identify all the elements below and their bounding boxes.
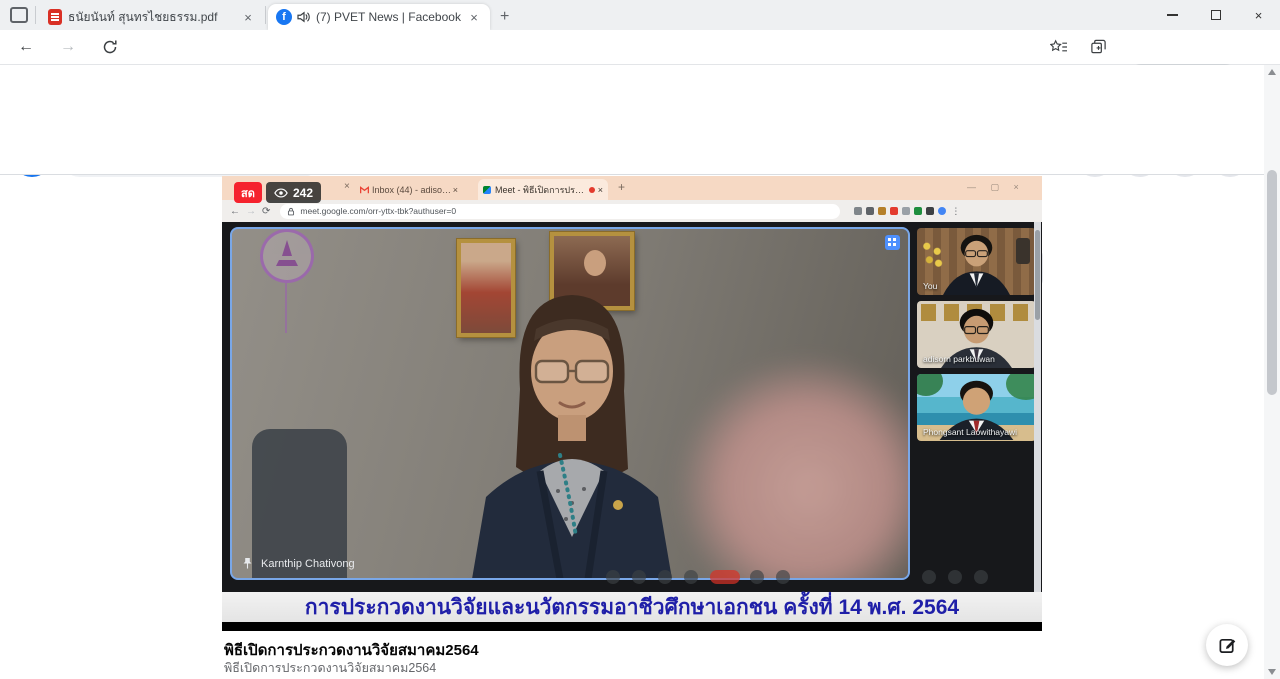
meet-end-call-control	[710, 570, 740, 584]
back-icon[interactable]: ←	[18, 38, 34, 56]
meet-control	[606, 570, 620, 584]
tab-title: ธนัยนันท์ สุนทรไชยธรรม.pdf	[68, 8, 238, 27]
pin-icon	[242, 557, 253, 570]
participant-tile: adisorn parkbuwan	[917, 301, 1036, 368]
inner-scrollbar-thumb	[1035, 230, 1040, 320]
acrobat-extension-icon	[890, 207, 898, 215]
participant-label: You	[923, 281, 937, 291]
compose-fab-button[interactable]	[1206, 624, 1248, 666]
inner-tab-meet: Meet - พิธีเปิดการประกวดวิจัย… ×	[478, 179, 608, 200]
meet-icon	[483, 186, 491, 194]
meet-control	[974, 570, 988, 584]
window-minimize-button[interactable]	[1151, 0, 1194, 30]
extension-icon	[866, 207, 874, 215]
window-close-button[interactable]: ×	[1237, 0, 1280, 30]
meet-control	[632, 570, 646, 584]
meet-control	[750, 570, 764, 584]
facebook-header: f 9+ 2 Thanainun	[0, 65, 1280, 120]
speaker-name: Karnthip Chativong	[261, 558, 355, 570]
page-header: PVET News กำลังติดตาม ถูกใจแล้ว ส่งข้อคว…	[0, 120, 1280, 175]
inner-tab-close-icon: ×	[598, 185, 603, 195]
eye-icon	[274, 188, 288, 198]
video-description: พิธีเปิดการประกวดงานวิจัยสมาคม2564	[224, 658, 436, 678]
scrollbar-thumb[interactable]	[1267, 170, 1277, 395]
forward-icon[interactable]: →	[60, 38, 76, 56]
tab-close-icon[interactable]: ×	[466, 10, 482, 25]
inner-chrome-tabstrip: × Inbox (44) - adisorn@potkusem… × Meet …	[222, 176, 1042, 200]
meet-control	[658, 570, 672, 584]
letterbox-strip	[222, 622, 1042, 631]
inner-url-field: meet.google.com/orr-yttx-tbk?authuser=0	[280, 204, 840, 219]
viewer-count: 242	[293, 186, 313, 200]
portrait-face	[584, 250, 606, 276]
pdf-icon	[48, 9, 62, 25]
inner-tab-title: Meet - พิธีเปิดการประกวดวิจัย…	[495, 183, 586, 197]
live-video-player[interactable]: × Inbox (44) - adisorn@potkusem… × Meet …	[222, 176, 1042, 631]
facebook-favicon: f	[276, 9, 292, 25]
tab-audio-icon[interactable]	[297, 11, 311, 23]
browser-tab-facebook[interactable]: f (7) PVET News | Facebook ×	[268, 4, 490, 30]
participant-label: adisorn parkbuwan	[923, 354, 995, 364]
favorites-icon[interactable]	[1050, 39, 1067, 55]
tab-actions-icon[interactable]	[10, 7, 28, 23]
gmail-icon	[360, 186, 369, 194]
tab-title: (7) PVET News | Facebook	[316, 10, 466, 24]
grid-view-icon	[885, 235, 900, 250]
browser-tab-strip: ธนัยนันท์ สุนทรไชยธรรม.pdf × f (7) PVET …	[0, 0, 1280, 30]
inner-back-icon: ←	[230, 206, 240, 217]
blur-artifact	[678, 358, 910, 580]
inner-refresh-icon: ⟳	[262, 206, 270, 217]
viewer-count-badge: 242	[266, 182, 321, 203]
browser-address-bar: ← → https://www.facebook.com/PVETNews/li…	[0, 30, 1280, 65]
speaker-namebar: Karnthip Chativong	[242, 557, 355, 570]
inner-tab-close-icon: ×	[453, 185, 458, 195]
drive-extension-icon	[914, 207, 922, 215]
extension-icon	[902, 207, 910, 215]
event-banner-text: การประกวดงานวิจัยและนวัตกรรมอาชีวศึกษาเอ…	[305, 591, 959, 624]
inner-tab-title: Inbox (44) - adisorn@potkusem…	[372, 185, 453, 195]
inner-scrollbar	[1034, 222, 1041, 592]
chrome-menu-icon: ⋮	[951, 206, 960, 217]
star-icon	[878, 207, 886, 215]
meet-control	[776, 570, 790, 584]
compose-icon	[1218, 636, 1237, 655]
speaker-figure	[442, 279, 702, 579]
lock-icon	[287, 207, 295, 216]
inner-chrome-urlbar: ← → ⟳ meet.google.com/orr-yttx-tbk?authu…	[222, 200, 1042, 222]
inner-tab-gmail: Inbox (44) - adisorn@potkusem… ×	[355, 179, 463, 200]
collections-icon[interactable]	[1090, 38, 1107, 56]
event-banner: การประกวดงานวิจัยและนวัตกรรมอาชีวศึกษาเอ…	[222, 592, 1042, 622]
tab-divider	[265, 6, 266, 24]
extension-icon	[926, 207, 934, 215]
watermark-tail	[285, 283, 287, 333]
live-badge: สด	[234, 182, 262, 203]
meet-control	[684, 570, 698, 584]
window-maximize-button[interactable]	[1194, 0, 1237, 30]
page-scrollbar[interactable]	[1264, 65, 1280, 679]
tab-divider	[35, 6, 36, 24]
inner-window-controls: — ▢ ×	[967, 182, 1025, 193]
inner-tab-close-icon: ×	[344, 181, 350, 192]
recording-dot-icon	[589, 187, 595, 193]
participant-tile: Phongsant Laowithayawi	[917, 374, 1036, 441]
new-tab-icon[interactable]: +	[500, 8, 509, 26]
meet-stage: Karnthip Chativong You	[222, 222, 1042, 592]
inner-new-tab-icon: +	[618, 180, 625, 194]
participant-tile: You	[917, 228, 1036, 295]
refresh-icon[interactable]	[102, 39, 118, 55]
screen: ธนัยนันท์ สุนทรไชยธรรม.pdf × f (7) PVET …	[0, 0, 1280, 679]
participant-label: Phongsant Laowithayawi	[923, 427, 1017, 437]
browser-tab-pdf[interactable]: ธนัยนันท์ สุนทรไชยธรรม.pdf ×	[40, 4, 264, 30]
meet-control	[948, 570, 962, 584]
scroll-up-icon[interactable]	[1268, 69, 1276, 75]
watermark-emblem	[260, 229, 314, 283]
scroll-down-icon[interactable]	[1268, 669, 1276, 675]
extension-icon	[854, 207, 862, 215]
meet-control	[922, 570, 936, 584]
chrome-profile-icon	[938, 207, 946, 215]
meet-main-tile: Karnthip Chativong	[230, 227, 910, 580]
inner-url-text: meet.google.com/orr-yttx-tbk?authuser=0	[300, 206, 456, 216]
inner-forward-icon: →	[246, 206, 256, 217]
tab-close-icon[interactable]: ×	[240, 10, 256, 25]
